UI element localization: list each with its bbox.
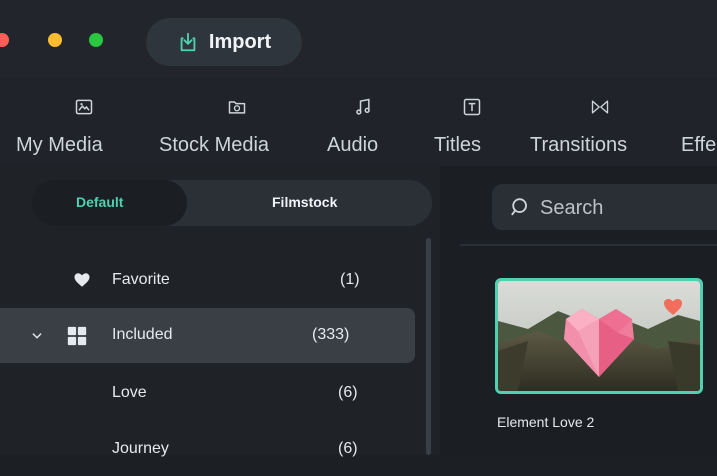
sidebar-item-journey[interactable]: Journey (6) — [0, 424, 415, 476]
divider — [460, 244, 717, 246]
import-icon — [180, 32, 196, 52]
tab-my-media[interactable]: My Media — [16, 92, 103, 156]
sidebar-item-count: (1) — [340, 271, 360, 288]
tab-titles[interactable]: Titles — [434, 92, 482, 156]
folder-icon — [228, 101, 246, 114]
media-title: Element Love 2 — [497, 414, 595, 430]
segment-filmstock-label[interactable]: Filmstock — [272, 194, 337, 210]
transitions-icon — [591, 100, 609, 114]
sidebar-item-label: Included — [112, 326, 173, 343]
grid-icon — [67, 326, 87, 346]
tab-label: Transitions — [530, 134, 628, 156]
sidebar-item-count: (6) — [338, 440, 358, 457]
panel-resize-handle[interactable] — [426, 238, 431, 455]
tab-transitions[interactable]: Transitions — [530, 92, 627, 156]
media-thumbnail[interactable] — [495, 278, 703, 394]
tab-stock-media[interactable]: Stock Media — [159, 92, 269, 156]
tab-label: Effe — [681, 134, 717, 156]
sidebar-item-label: Favorite — [112, 271, 170, 288]
sidebar-item-count: (6) — [338, 384, 358, 401]
search-box[interactable] — [492, 184, 717, 230]
sidebar-item-label: Love — [112, 384, 147, 401]
tab-label: Stock Media — [159, 134, 270, 156]
import-button[interactable]: Import — [146, 18, 302, 66]
tab-label: Audio — [327, 134, 379, 156]
sidebar-item-included[interactable]: Included (333) — [0, 308, 415, 363]
search-input[interactable] — [538, 192, 712, 224]
tab-label: My Media — [16, 134, 103, 156]
minimize-window-button[interactable] — [48, 33, 62, 47]
sidebar-item-favorite[interactable]: Favorite (1) — [0, 254, 415, 306]
sidebar-item-count: (333) — [312, 326, 350, 343]
music-note-icon — [356, 98, 370, 115]
tab-label: Titles — [434, 134, 482, 156]
title-bar — [0, 0, 717, 78]
chevron-down-icon[interactable] — [30, 329, 44, 343]
element-love-preview — [498, 281, 700, 391]
segment-default-label[interactable]: Default — [76, 194, 123, 210]
heart-icon — [74, 273, 90, 287]
sidebar-item-love[interactable]: Love (6) — [0, 368, 415, 420]
text-icon — [463, 98, 481, 116]
import-label: Import — [208, 30, 272, 53]
search-icon — [511, 198, 527, 216]
image-icon — [75, 99, 93, 115]
sidebar-item-label: Journey — [112, 440, 169, 457]
zoom-window-button[interactable] — [89, 33, 103, 47]
tab-audio[interactable]: Audio — [327, 92, 378, 156]
